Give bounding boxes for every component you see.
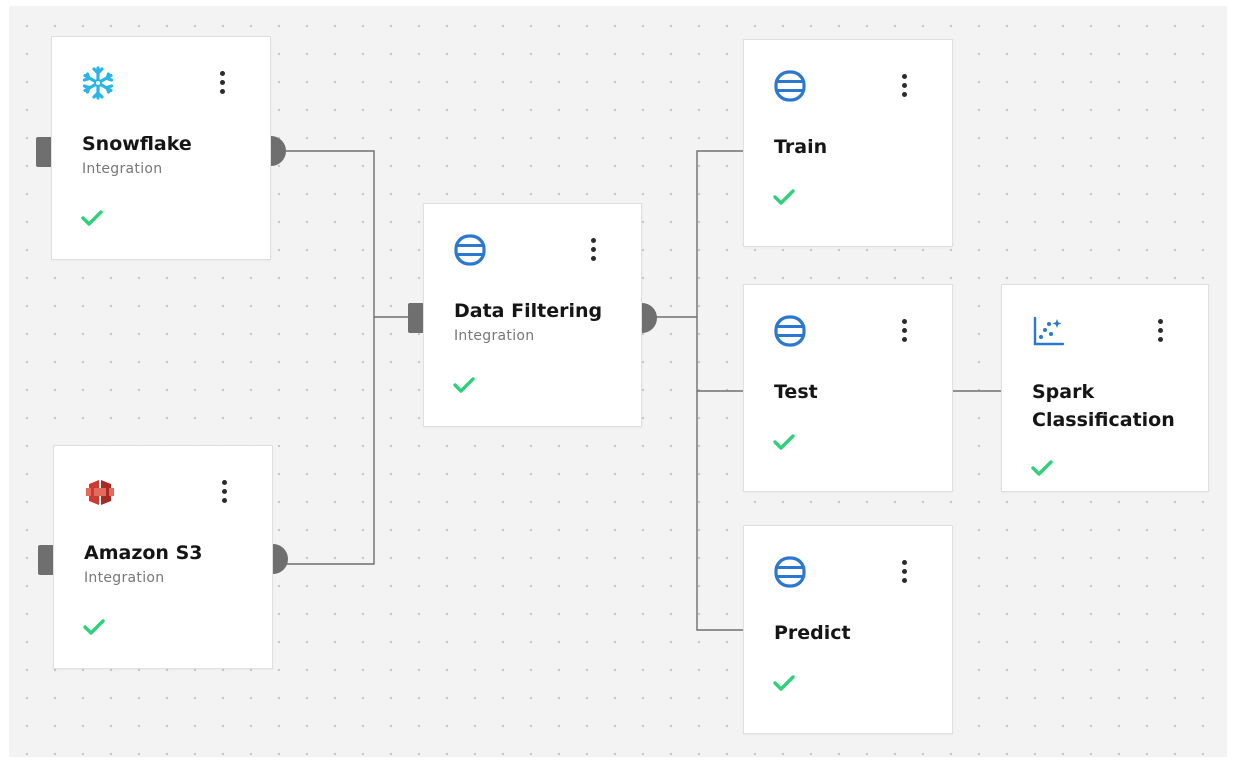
snowflake-title: Snowflake <box>82 133 192 155</box>
spark-classification-kebab-menu-icon[interactable] <box>1152 315 1168 345</box>
test-kebab-menu-icon[interactable] <box>896 315 912 345</box>
predict-title: Predict <box>774 622 851 644</box>
database-icon <box>452 232 488 268</box>
data-filtering-input-port[interactable] <box>408 303 424 333</box>
edge-snowflake-to-data-filtering <box>284 150 409 318</box>
train-kebab-menu-icon[interactable] <box>896 70 912 100</box>
node-test[interactable]: Test <box>743 284 953 492</box>
node-data-filtering[interactable]: Data Filtering Integration <box>423 203 642 427</box>
node-train[interactable]: Train <box>743 39 953 247</box>
node-amazon-s3[interactable]: Amazon S3 Integration <box>53 445 273 669</box>
node-snowflake[interactable]: Snowflake Integration <box>51 36 271 260</box>
predict-kebab-menu-icon[interactable] <box>896 556 912 586</box>
node-predict[interactable]: Predict <box>743 525 953 734</box>
database-icon <box>772 554 808 590</box>
scatter-chart-icon <box>1030 313 1066 349</box>
amazon-s3-status-check-icon <box>82 618 106 636</box>
data-filtering-subtitle: Integration <box>454 328 535 344</box>
train-status-check-icon <box>772 188 796 206</box>
data-filtering-status-check-icon <box>452 376 476 394</box>
pipeline-canvas[interactable]: Snowflake Integration Amazon S3 Integrat… <box>9 6 1227 757</box>
amazon-s3-icon <box>82 474 118 510</box>
database-icon <box>772 68 808 104</box>
amazon-s3-input-port[interactable] <box>38 545 54 575</box>
snowflake-input-port[interactable] <box>36 137 52 167</box>
data-filtering-kebab-menu-icon[interactable] <box>585 234 601 264</box>
predict-status-check-icon <box>772 674 796 692</box>
test-status-check-icon <box>772 433 796 451</box>
amazon-s3-kebab-menu-icon[interactable] <box>216 476 232 506</box>
edge-data-filtering-to-train <box>656 150 743 318</box>
data-filtering-title: Data Filtering <box>454 300 603 322</box>
amazon-s3-subtitle: Integration <box>84 570 165 586</box>
spark-classification-title: Spark Classification <box>1032 381 1175 431</box>
spark-classification-status-check-icon <box>1030 459 1054 477</box>
node-spark-classification[interactable]: Spark Classification <box>1001 284 1209 492</box>
test-title: Test <box>774 381 818 403</box>
snowflake-status-check-icon <box>80 209 104 227</box>
snowflake-kebab-menu-icon[interactable] <box>214 67 230 97</box>
train-title: Train <box>774 136 828 158</box>
edge-amazon-s3-to-data-filtering <box>287 317 375 565</box>
edge-data-filtering-to-predict <box>696 391 743 631</box>
snowflake-icon <box>80 65 116 101</box>
database-icon <box>772 313 808 349</box>
edge-data-filtering-to-test <box>696 317 743 392</box>
amazon-s3-title: Amazon S3 <box>84 542 203 564</box>
snowflake-subtitle: Integration <box>82 161 163 177</box>
